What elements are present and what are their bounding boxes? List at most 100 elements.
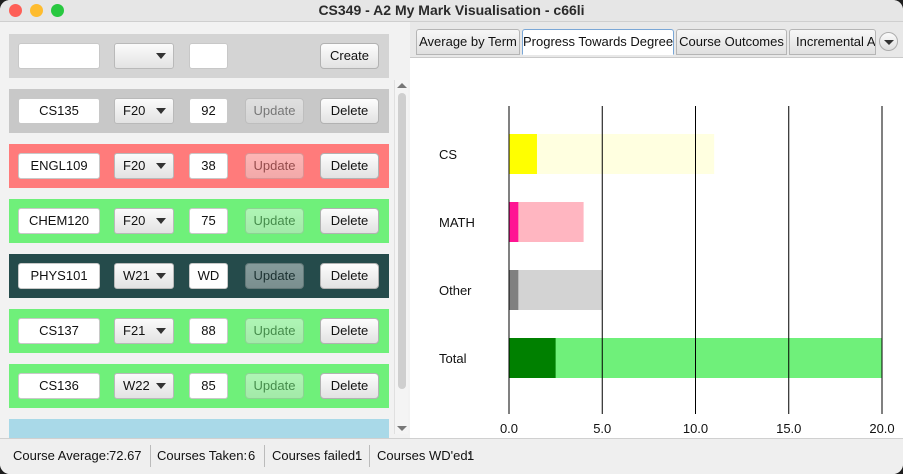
course-code-input[interactable]: CS136 <box>18 373 100 399</box>
update-button[interactable]: Update <box>245 318 304 344</box>
course-term-value: F20 <box>123 158 146 173</box>
course-grade-input[interactable]: 92 <box>189 98 228 124</box>
scroll-up-icon[interactable] <box>397 83 407 88</box>
delete-button[interactable]: Delete <box>320 98 379 124</box>
category-label: Other <box>439 283 472 298</box>
bar-total-cs <box>509 134 715 174</box>
update-button[interactable]: Update <box>245 208 304 234</box>
create-button[interactable]: Create <box>320 43 379 69</box>
course-list-pane: Create CS135 F20 92 Update Delete ENGL109 F20 3… <box>0 22 410 438</box>
x-tick-label: 0.0 <box>500 421 518 436</box>
courses-wd-value: 1 <box>467 448 475 463</box>
chevron-down-icon <box>156 218 166 224</box>
course-code-input[interactable]: ENGL109 <box>18 153 100 179</box>
bar-progress-cs <box>509 134 537 174</box>
course-list-scrollbar[interactable] <box>394 80 408 434</box>
category-label: CS <box>439 147 457 162</box>
course-term-select[interactable]: W22 <box>114 373 174 399</box>
course-row: CS136 W22 85 Update Delete <box>9 364 389 408</box>
chart-pane: Average by Term Progress Towards Degree … <box>410 22 903 438</box>
status-divider <box>369 445 370 467</box>
app-window: CS349 - A2 My Mark Visualisation - c66li… <box>0 0 903 474</box>
course-grade-input[interactable]: 88 <box>189 318 228 344</box>
course-code-input[interactable]: CS137 <box>18 318 100 344</box>
chart-tab-bar: Average by Term Progress Towards Degree … <box>410 22 903 58</box>
status-divider <box>150 445 151 467</box>
courses-failed-label: Courses failed: <box>272 448 359 463</box>
course-term-select[interactable]: F21 <box>114 318 174 344</box>
maximize-window-button[interactable] <box>51 4 64 17</box>
chevron-down-icon <box>156 328 166 334</box>
x-tick-label: 10.0 <box>683 421 708 436</box>
course-term-select[interactable]: W21 <box>114 263 174 289</box>
update-button[interactable]: Update <box>245 263 304 289</box>
course-term-select[interactable]: F20 <box>114 208 174 234</box>
delete-button[interactable]: Delete <box>320 318 379 344</box>
course-grade-input[interactable]: 38 <box>189 153 228 179</box>
create-course-row: Create <box>9 34 389 78</box>
course-term-value: F21 <box>123 323 146 338</box>
tab-progress-towards-degree[interactable]: Progress Towards Degree <box>522 29 674 55</box>
delete-button[interactable]: Delete <box>320 373 379 399</box>
delete-button[interactable]: Delete <box>320 263 379 289</box>
courses-failed-value: 1 <box>355 448 363 463</box>
course-term-value: W22 <box>123 378 150 393</box>
bar-total-other <box>509 270 603 310</box>
update-button[interactable]: Update <box>245 373 304 399</box>
chevron-down-icon <box>156 53 166 59</box>
course-term-select[interactable]: F20 <box>114 153 174 179</box>
course-term-value: W21 <box>123 268 150 283</box>
chevron-down-icon <box>156 163 166 169</box>
course-code-input[interactable]: CHEM120 <box>18 208 100 234</box>
course-row: ENGL109 F20 38 Update Delete <box>9 144 389 188</box>
delete-button[interactable]: Delete <box>320 208 379 234</box>
course-code-input[interactable]: PHYS101 <box>18 263 100 289</box>
courses-taken-value: 6 <box>248 448 256 463</box>
course-grade-input[interactable]: WD <box>189 263 228 289</box>
progress-chart: CS MATH Other Total 0.0 5.0 10.0 15.0 20.0 <box>439 106 895 436</box>
status-divider <box>264 445 265 467</box>
bar-total-math <box>509 202 584 242</box>
new-course-term-select[interactable] <box>114 43 174 69</box>
category-label: Total <box>439 351 467 366</box>
chevron-down-icon <box>884 40 894 45</box>
scroll-down-icon[interactable] <box>397 426 407 431</box>
chevron-down-icon <box>156 108 166 114</box>
tab-course-outcomes[interactable]: Course Outcomes <box>676 29 787 55</box>
course-grade-input[interactable]: 75 <box>189 208 228 234</box>
course-average-value: 72.67 <box>109 448 142 463</box>
tab-incremental-average[interactable]: Incremental Av <box>789 29 876 55</box>
course-term-select[interactable]: F20 <box>114 98 174 124</box>
status-bar: Course Average: 72.67 Courses Taken: 6 C… <box>0 438 903 474</box>
course-row-partial <box>9 419 389 438</box>
course-average-label: Course Average: <box>13 448 110 463</box>
title-bar: CS349 - A2 My Mark Visualisation - c66li <box>0 0 903 22</box>
x-tick-label: 15.0 <box>776 421 801 436</box>
scrollbar-thumb[interactable] <box>398 93 406 389</box>
update-button[interactable]: Update <box>245 153 304 179</box>
close-window-button[interactable] <box>9 4 22 17</box>
courses-taken-label: Courses Taken: <box>157 448 248 463</box>
bar-progress-math <box>509 202 519 242</box>
course-row: CHEM120 F20 75 Update Delete <box>9 199 389 243</box>
update-button[interactable]: Update <box>245 98 304 124</box>
x-tick-label: 5.0 <box>593 421 611 436</box>
course-row: PHYS101 W21 WD Update Delete <box>9 254 389 298</box>
course-grade-input[interactable]: 85 <box>189 373 228 399</box>
minimize-window-button[interactable] <box>30 4 43 17</box>
delete-button[interactable]: Delete <box>320 153 379 179</box>
bar-progress-other <box>509 270 519 310</box>
bar-progress-total <box>509 338 556 378</box>
course-row: CS135 F20 92 Update Delete <box>9 89 389 133</box>
course-row: CS137 F21 88 Update Delete <box>9 309 389 353</box>
course-code-input[interactable]: CS135 <box>18 98 100 124</box>
new-course-grade-input[interactable] <box>189 43 228 69</box>
new-course-code-input[interactable] <box>18 43 100 69</box>
course-term-value: F20 <box>123 213 146 228</box>
courses-wd-label: Courses WD'ed: <box>377 448 472 463</box>
tab-overflow-menu-button[interactable] <box>879 32 898 51</box>
course-term-value: F20 <box>123 103 146 118</box>
tab-average-by-term[interactable]: Average by Term <box>416 29 520 55</box>
chevron-down-icon <box>156 273 166 279</box>
chevron-down-icon <box>156 383 166 389</box>
